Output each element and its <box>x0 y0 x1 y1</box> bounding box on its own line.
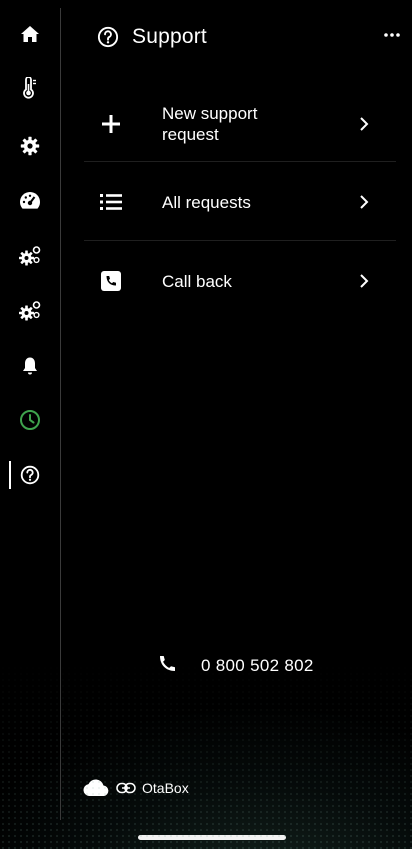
sidebar-item-home[interactable] <box>0 12 60 56</box>
page-title: Support <box>132 25 207 48</box>
support-screen: Support New support request All requests… <box>0 0 412 849</box>
menu-item-new-support-request[interactable]: New support request <box>84 96 396 152</box>
sidebar-item-system-settings-2[interactable] <box>0 289 60 333</box>
thermometer-icon <box>23 77 36 99</box>
header-help-icon <box>97 26 119 48</box>
help-circle-icon <box>97 26 119 48</box>
sidebar-item-history[interactable] <box>0 398 60 442</box>
gear-icon <box>20 136 40 156</box>
plus-icon <box>100 109 140 139</box>
phone-icon <box>160 656 175 671</box>
more-options-button[interactable] <box>378 24 406 46</box>
chevron-right-icon <box>356 271 372 291</box>
cloud-icon <box>83 779 109 796</box>
home-indicator[interactable] <box>138 835 286 840</box>
sidebar-item-settings[interactable] <box>0 124 60 168</box>
gears-icon <box>19 301 41 321</box>
menu-item-all-requests[interactable]: All requests <box>84 186 396 218</box>
link-icon <box>116 782 136 794</box>
menu-item-call-back[interactable]: Call back <box>84 265 396 297</box>
menu-item-label: All requests <box>162 192 251 212</box>
connection-status: OtaBox <box>82 777 189 799</box>
menu-item-label: Call back <box>162 271 232 291</box>
phone-callback-icon <box>100 266 140 296</box>
chevron-right-icon <box>356 192 372 212</box>
more-icon <box>384 33 400 37</box>
bell-icon <box>23 357 37 375</box>
sidebar <box>0 0 61 820</box>
chevron-right-icon <box>356 114 372 134</box>
support-phone[interactable]: 0 800 502 802 <box>157 654 313 675</box>
divider <box>84 240 396 241</box>
help-circle-icon <box>20 465 40 485</box>
sidebar-item-system-settings-1[interactable] <box>0 234 60 278</box>
home-icon <box>21 26 39 42</box>
sidebar-item-notifications[interactable] <box>0 344 60 388</box>
sidebar-item-dashboard[interactable] <box>0 179 60 223</box>
gears-icon <box>19 246 41 266</box>
menu-item-label: New support request <box>162 104 258 144</box>
divider <box>84 161 396 162</box>
sidebar-item-support[interactable] <box>0 453 60 497</box>
list-icon <box>100 187 140 217</box>
sidebar-item-temperature[interactable] <box>0 66 60 110</box>
clock-icon <box>20 410 40 430</box>
connection-label: OtaBox <box>142 780 189 796</box>
phone-number: 0 800 502 802 <box>201 656 314 675</box>
gauge-icon <box>20 192 40 209</box>
